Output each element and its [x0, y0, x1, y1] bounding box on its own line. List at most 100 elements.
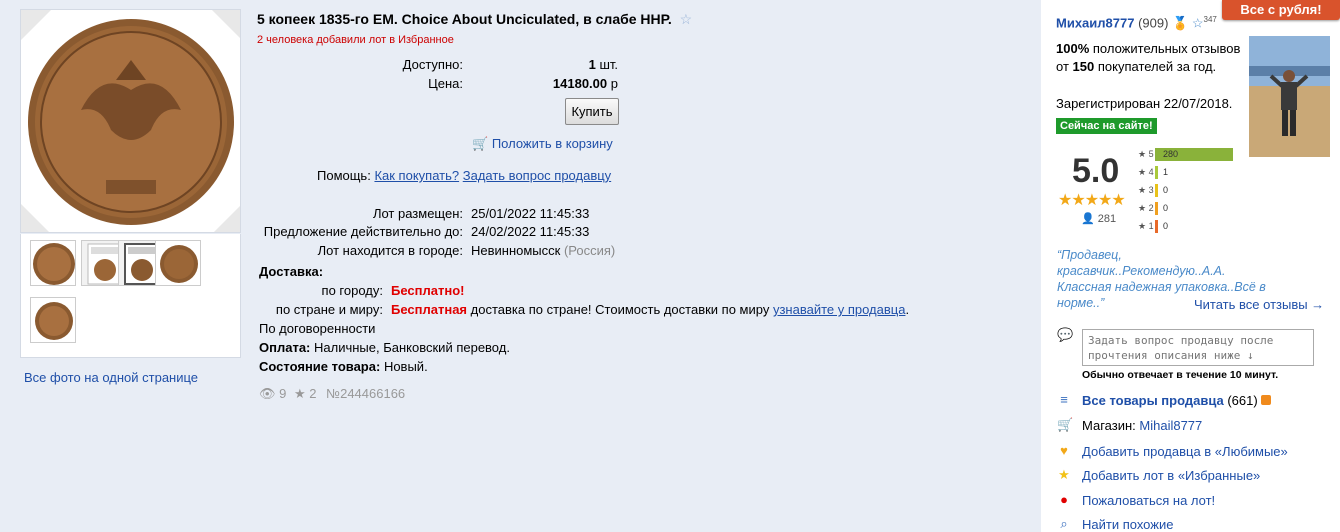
rating-bar-4	[1155, 166, 1158, 179]
positive-text3: покупателей	[1097, 59, 1174, 74]
search-icon: ⌕	[1060, 516, 1068, 531]
rating-row-stars-1: ★ 1	[1138, 221, 1154, 231]
seller-avatar[interactable]	[1249, 36, 1330, 157]
seller-count: (909)	[1138, 15, 1169, 31]
lot-stats: 👁 9 ★ 2 №244466166	[259, 386, 405, 402]
find-similar-link[interactable]: Найти похожие	[1082, 517, 1173, 532]
available-count: 1	[588, 57, 596, 72]
delivery-free: Бесплатная	[391, 302, 468, 317]
add-lot-favorite-link[interactable]: Добавить лот в «Избранные»	[1082, 468, 1260, 483]
online-badge: Сейчас на сайте!	[1056, 118, 1157, 134]
payment-label: Оплата:	[259, 340, 311, 355]
city-country: (Россия)	[563, 243, 616, 258]
all-items-link[interactable]: Все товары продавца	[1082, 393, 1224, 408]
available-label: Доступно:	[402, 57, 463, 72]
condition-row: Состояние товара: Новый.	[259, 359, 428, 374]
rss-icon[interactable]	[1261, 395, 1272, 405]
thumbnail-5[interactable]	[30, 297, 76, 343]
condition-label: Состояние товара:	[259, 359, 381, 374]
payment-value: Наличные, Банковский перевод.	[314, 340, 510, 355]
all-from-ruble-badge[interactable]: Все с рубля!	[1222, 0, 1340, 20]
add-seller-favorite-link[interactable]: Добавить продавца в «Любимые»	[1082, 444, 1288, 459]
star-icon: ★	[1058, 467, 1070, 482]
list-icon: ≡	[1060, 392, 1068, 407]
rating-count-4: 1	[1163, 167, 1169, 177]
reviews-count-row: 👤 281	[1081, 212, 1116, 225]
ask-seller-delivery-link[interactable]: узнавайте у продавца	[773, 302, 906, 317]
ask-seller-input[interactable]	[1082, 329, 1314, 366]
price-label: Цена:	[428, 76, 463, 91]
reply-time-note: Обычно отвечает в течение 10 минут.	[1082, 369, 1279, 381]
posted-value: 25/01/2022 11:45:33	[471, 206, 590, 221]
ask-seller-link[interactable]: Задать вопрос продавцу	[463, 168, 611, 183]
help-row: Помощь: Как покупать? Задать вопрос прод…	[317, 168, 611, 183]
buy-button[interactable]: Купить	[565, 98, 619, 125]
main-photo[interactable]	[20, 9, 241, 233]
delivery-agreement: По договоренности	[259, 321, 376, 336]
help-label: Помощь:	[317, 168, 371, 183]
cart-icon: 🛒	[472, 136, 489, 151]
seller-star-count: 347	[1203, 15, 1217, 24]
city-value: Невинномысск (Россия)	[471, 243, 615, 258]
eye-icon: 👁	[259, 386, 276, 401]
positive-text1: положительных	[1092, 41, 1188, 56]
payment-row: Оплата: Наличные, Банковский перевод.	[259, 340, 510, 355]
delivery-city-label: по городу:	[321, 283, 383, 298]
add-to-cart-link[interactable]: Положить в корзину	[492, 136, 613, 151]
seller-header: Михаил8777 (909) 🏅 ☆347	[1056, 15, 1217, 31]
complain-link[interactable]: Пожаловаться на лот!	[1082, 493, 1215, 508]
views-count: 9	[279, 386, 287, 401]
condition-value: Новый.	[383, 359, 428, 374]
all-photos-link[interactable]: Все фото на одной странице	[24, 370, 198, 385]
city-label: Лот находится в городе:	[317, 243, 463, 258]
chat-icon: 💬	[1057, 327, 1074, 342]
shop-label: Магазин:	[1082, 418, 1136, 433]
valid-label: Предложение действительно до:	[263, 224, 463, 239]
positive-percent: 100%	[1056, 41, 1090, 56]
delivery-city-value: Бесплатно!	[391, 283, 465, 298]
delivery-country-text: доставка по стране! Стоимость доставки п…	[470, 302, 770, 317]
favorites-note: 2 человека добавили лот в Избранное	[257, 34, 454, 46]
alert-icon: ●	[1060, 492, 1068, 507]
rating-count-1: 0	[1163, 221, 1169, 231]
delivery-country-label: по стране и миру:	[275, 302, 383, 317]
rating-row-stars-5: ★ 5	[1138, 149, 1154, 159]
how-to-buy-link[interactable]: Как покупать?	[374, 168, 459, 183]
rating-count-3: 0	[1163, 185, 1169, 195]
cart-icon: 🛒	[1057, 417, 1074, 432]
rating-row-stars-2: ★ 2	[1138, 203, 1154, 213]
rating-bar-2	[1155, 202, 1158, 215]
thumbnail-4[interactable]	[155, 240, 201, 286]
rating-row-stars-4: ★ 4	[1138, 167, 1154, 177]
stars-count: 2	[309, 386, 317, 401]
rating-bar-3	[1155, 184, 1158, 197]
available-unit: шт.	[599, 57, 618, 72]
delivery-label: Доставка:	[259, 264, 324, 279]
positive-text4: за год.	[1176, 59, 1217, 74]
registered-date: Зарегистрирован 22/07/2018.	[1056, 96, 1233, 111]
seller-feedback-summary: 100% положительных отзывов от 150 покупа…	[1056, 40, 1246, 76]
lot-title: 5 копеек 1835-го ЕМ. Choice About Uncicu…	[257, 11, 692, 28]
price-currency: р	[610, 76, 618, 91]
add-to-cart[interactable]: 🛒 Положить в корзину	[472, 136, 613, 152]
shop-row: Магазин: Mihail8777	[1082, 418, 1202, 433]
price-amount: 14180.00	[552, 76, 608, 91]
seller-name[interactable]: Михаил8777	[1056, 15, 1134, 30]
lot-number: №244466166	[326, 386, 406, 401]
city-name: Невинномысск	[471, 243, 561, 258]
positive-buyers: 150	[1072, 59, 1095, 74]
thumbnail-1[interactable]	[30, 240, 76, 286]
delivery-country-value: Бесплатная доставка по стране! Стоимость…	[391, 302, 910, 317]
rating-count-2: 0	[1163, 203, 1169, 213]
read-all-reviews-link[interactable]: Читать все отзывы →	[1194, 297, 1324, 312]
favorite-star-icon[interactable]: ☆	[680, 11, 693, 27]
reviews-count: 281	[1097, 213, 1117, 225]
medal-icon: 🏅	[1172, 15, 1189, 31]
rating-count-5: 280	[1163, 149, 1179, 159]
valid-value: 24/02/2022 11:45:33	[471, 224, 590, 239]
posted-label: Лот размещен:	[372, 206, 463, 221]
thumbnail-strip	[20, 234, 241, 358]
rating-stars-icon: ★★★★★	[1058, 192, 1126, 209]
shop-link[interactable]: Mihail8777	[1139, 418, 1202, 433]
heart-icon: ♥	[1060, 443, 1068, 458]
